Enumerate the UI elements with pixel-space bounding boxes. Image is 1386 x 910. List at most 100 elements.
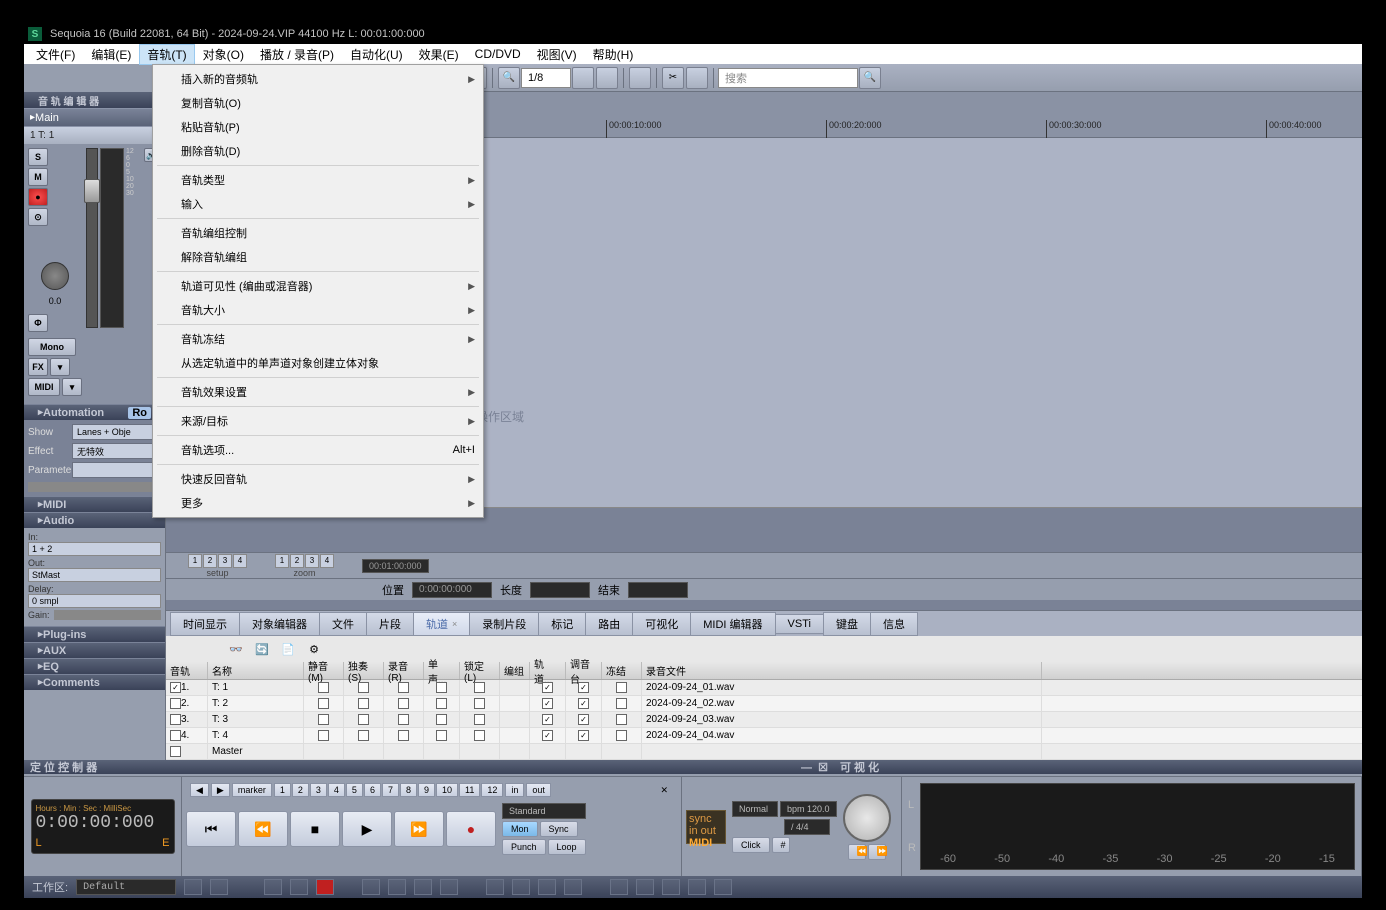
marker-5-button[interactable]: 5 (346, 783, 363, 797)
jog-forward-icon[interactable]: ⏩ (868, 844, 886, 860)
timesig-field[interactable]: / 4/4 (784, 819, 830, 835)
marker-10-button[interactable]: 10 (436, 783, 458, 797)
record-arm-button[interactable]: ● (28, 188, 48, 206)
marker-7-button[interactable]: 7 (382, 783, 399, 797)
menu-item-15[interactable]: 从选定轨道中的单声道对象创建立体对象 (153, 351, 483, 375)
marker-next-button[interactable]: ▶ (211, 783, 230, 797)
zoom-2-button[interactable]: 2 (290, 554, 304, 568)
play-button[interactable]: ▶ (342, 811, 392, 847)
rewind-button[interactable]: ⏪ (238, 811, 288, 847)
table-row[interactable]: 3.T: 32024-09-24_03.wav (166, 712, 1362, 728)
setup-2-button[interactable]: 2 (203, 554, 217, 568)
marker-12-button[interactable]: 12 (481, 783, 503, 797)
automation-slider[interactable] (28, 482, 161, 492)
sync-button[interactable]: Sync (540, 821, 578, 837)
menu-item-5[interactable]: 音轨类型▶ (153, 168, 483, 192)
menu-2[interactable]: 音轨(T) (139, 44, 194, 65)
mute-button[interactable]: M (28, 168, 48, 186)
tab-4[interactable]: 轨道× (413, 612, 470, 636)
audio-section-header[interactable]: ▸ Audio (24, 512, 165, 528)
ws-prev-icon[interactable] (184, 879, 202, 895)
table-row[interactable]: Master (166, 744, 1362, 760)
tab-0[interactable]: 时间显示 (170, 612, 240, 636)
marker-3-button[interactable]: 3 (310, 783, 327, 797)
jog-wheel[interactable] (843, 794, 891, 842)
col-header-6[interactable]: 锁定(L) (460, 662, 500, 679)
status-tool-5[interactable] (414, 879, 432, 895)
midi-section-header[interactable]: ▸ MIDI (24, 496, 165, 512)
length-field[interactable] (530, 582, 590, 598)
tool-b-icon[interactable] (596, 67, 618, 89)
status-record-icon[interactable] (316, 879, 334, 895)
tab-2[interactable]: 文件 (319, 612, 367, 636)
tab-11[interactable]: 键盘 (823, 612, 871, 636)
tab-1[interactable]: 对象编辑器 (239, 612, 320, 636)
end-field[interactable] (628, 582, 688, 598)
status-tool-9[interactable] (538, 879, 556, 895)
parameter-combo[interactable] (72, 462, 161, 478)
menu-item-24[interactable]: 更多▶ (153, 491, 483, 515)
menu-item-3[interactable]: 删除音轨(D) (153, 139, 483, 163)
workspace-combo[interactable]: Default (76, 879, 176, 895)
status-tool-13[interactable] (662, 879, 680, 895)
effect-combo[interactable]: 无特效 (72, 443, 161, 459)
minimize-icon[interactable]: — (801, 762, 812, 774)
status-tool-1[interactable] (264, 879, 282, 895)
marker-label[interactable]: marker (232, 783, 272, 797)
status-tool-2[interactable] (290, 879, 308, 895)
marker-2-button[interactable]: 2 (292, 783, 309, 797)
stop-button[interactable]: ■ (290, 811, 340, 847)
tab-10[interactable]: VSTi (775, 614, 824, 634)
menu-item-19[interactable]: 来源/目标▶ (153, 409, 483, 433)
tab-12[interactable]: 信息 (870, 612, 918, 636)
col-header-8[interactable]: 轨道... (530, 662, 566, 679)
automation-header[interactable]: ▸ Automation Ro (24, 404, 165, 420)
close-icon[interactable]: ☒ (818, 762, 828, 774)
menu-item-2[interactable]: 粘贴音轨(P) (153, 115, 483, 139)
status-tool-10[interactable] (564, 879, 582, 895)
col-header-4[interactable]: 录音(R) (384, 662, 424, 679)
status-tool-7[interactable] (486, 879, 504, 895)
marker-prev-button[interactable]: ◀ (190, 783, 209, 797)
tab-8[interactable]: 可视化 (632, 612, 691, 636)
tempo-mode-combo[interactable]: Normal (732, 801, 778, 817)
col-header-2[interactable]: 静音(M) (304, 662, 344, 679)
glasses-icon[interactable]: 👓 (226, 639, 246, 659)
col-header-9[interactable]: 调音台 (566, 662, 602, 679)
menu-item-6[interactable]: 输入▶ (153, 192, 483, 216)
position-field[interactable]: 0:00:00:000 (412, 582, 492, 598)
midi-mode-button[interactable]: MIDI (28, 378, 60, 396)
menu-5[interactable]: 自动化(U) (342, 44, 411, 65)
table-row[interactable]: 4.T: 42024-09-24_04.wav (166, 728, 1362, 744)
lock-button[interactable]: ⊙ (28, 208, 48, 226)
tab-9[interactable]: MIDI 编辑器 (690, 612, 775, 636)
fx-menu-icon[interactable]: ▾ (50, 358, 70, 376)
status-tool-11[interactable] (610, 879, 628, 895)
menu-item-23[interactable]: 快速反回音轨▶ (153, 467, 483, 491)
setup-4-button[interactable]: 4 (233, 554, 247, 568)
menu-0[interactable]: 文件(F) (28, 44, 83, 65)
tool-e-icon[interactable] (686, 67, 708, 89)
tool-a-icon[interactable] (572, 67, 594, 89)
setup-1-button[interactable]: 1 (188, 554, 202, 568)
menu-4[interactable]: 播放 / 录音(P) (252, 44, 342, 65)
sync-indicator[interactable]: sync in out MIDI (686, 810, 726, 844)
comments-section-header[interactable]: ▸ Comments (24, 674, 165, 690)
delay-field[interactable]: 0 smpl (28, 594, 161, 608)
status-tool-8[interactable] (512, 879, 530, 895)
jog-rewind-icon[interactable]: ⏪ (848, 844, 866, 860)
search-go-icon[interactable]: 🔍 (859, 67, 881, 89)
out-button[interactable]: out (526, 783, 551, 797)
menu-3[interactable]: 对象(O) (195, 44, 252, 65)
fx-button[interactable]: FX (28, 358, 48, 376)
grid-icon[interactable]: # (772, 837, 790, 853)
status-tool-4[interactable] (388, 879, 406, 895)
marker-6-button[interactable]: 6 (364, 783, 381, 797)
export-icon[interactable]: 📄 (278, 639, 298, 659)
menu-9[interactable]: 帮助(H) (585, 44, 642, 65)
volume-fader[interactable] (86, 148, 98, 328)
plugins-section-header[interactable]: ▸ Plug-ins (24, 626, 165, 642)
record-button[interactable]: ● (446, 811, 496, 847)
midi-menu-icon[interactable]: ▾ (62, 378, 82, 396)
menu-1[interactable]: 编辑(E) (83, 44, 139, 65)
